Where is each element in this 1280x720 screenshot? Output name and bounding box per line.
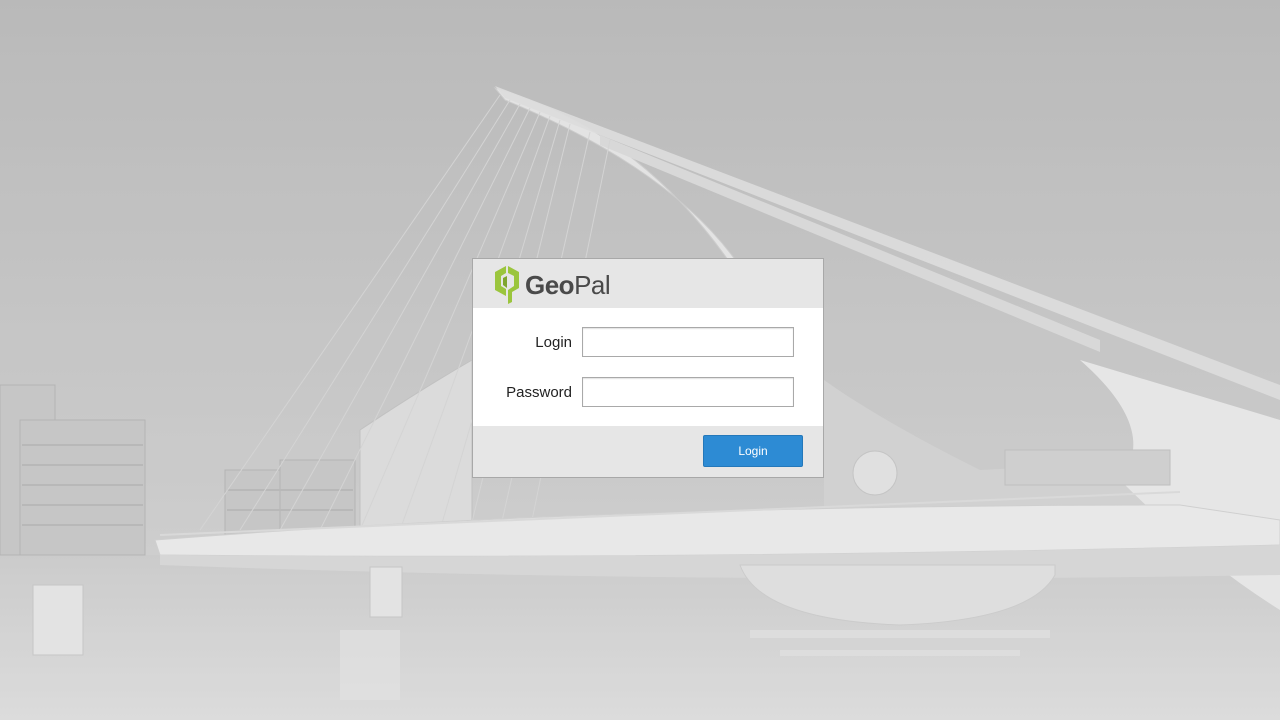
password-label: Password — [506, 383, 572, 401]
password-input[interactable] — [582, 377, 794, 407]
login-input[interactable] — [582, 327, 794, 357]
dialog-footer: Login — [473, 426, 823, 477]
login-row: Login — [473, 327, 823, 357]
geopal-logo-text: GeoPal — [525, 269, 611, 300]
login-label: Login — [535, 333, 572, 351]
geopal-logo-icon — [495, 265, 519, 304]
logo-text-pal: Pal — [574, 269, 611, 300]
password-row: Password — [473, 377, 823, 407]
login-dialog: GeoPal Login Password Login — [472, 258, 824, 478]
logo-text-geo: Geo — [525, 269, 575, 300]
dialog-body: Login Password — [473, 308, 823, 426]
geopal-logo: GeoPal — [492, 264, 611, 304]
login-button[interactable]: Login — [703, 435, 803, 467]
dialog-header: GeoPal — [473, 259, 823, 308]
